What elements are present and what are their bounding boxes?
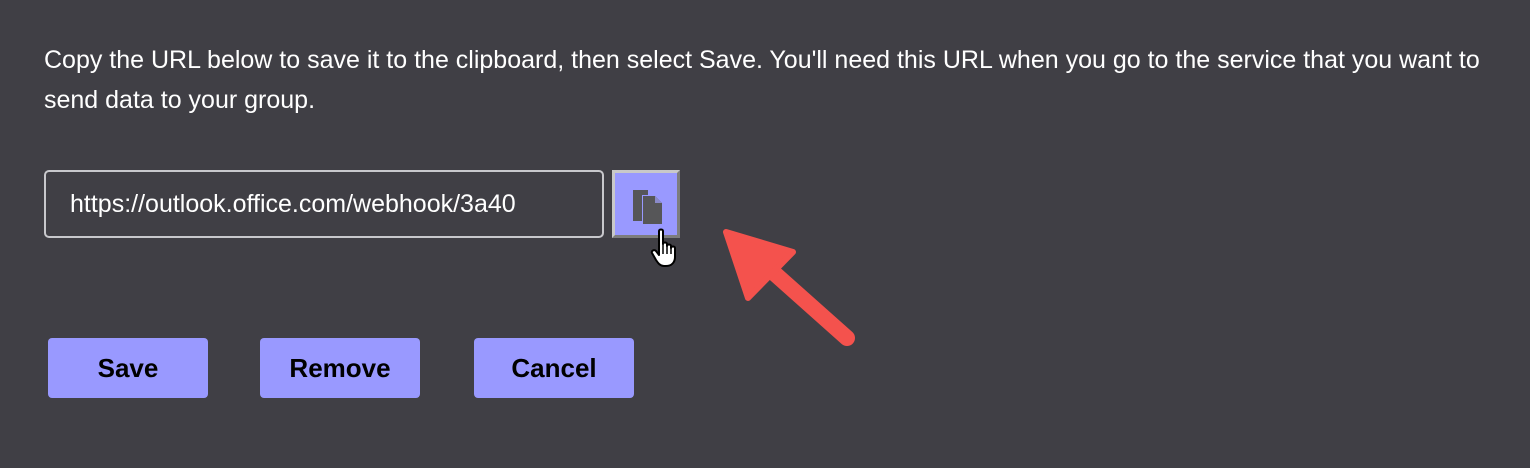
arrow-annotation-icon xyxy=(723,229,855,346)
webhook-url-input[interactable] xyxy=(44,170,604,238)
copy-icon xyxy=(633,190,662,224)
cancel-button[interactable]: Cancel xyxy=(474,338,634,398)
hand-cursor-icon xyxy=(650,228,676,267)
save-button[interactable]: Save xyxy=(48,338,208,398)
remove-button[interactable]: Remove xyxy=(260,338,420,398)
instructions-text: Copy the URL below to save it to the cli… xyxy=(44,46,1480,114)
